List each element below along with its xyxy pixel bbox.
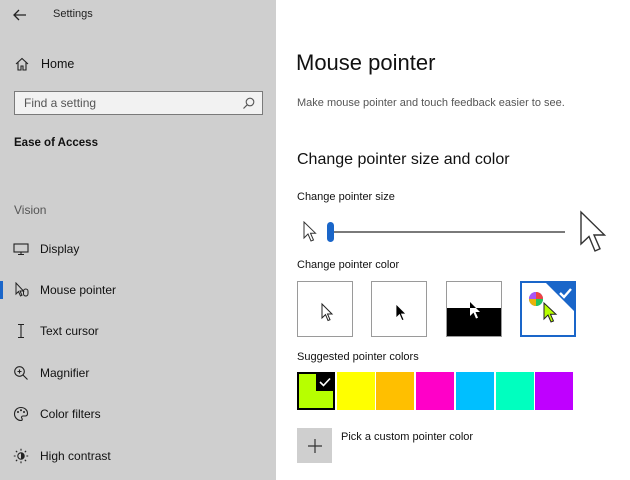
pointer-color-black[interactable] (371, 281, 427, 337)
sidebar-item-label: Mouse pointer (40, 283, 117, 297)
mouse-pointer-icon (12, 281, 30, 299)
page-title: Mouse pointer (296, 50, 436, 75)
plus-icon (307, 438, 322, 453)
page-description: Make mouse pointer and touch feedback ea… (297, 97, 565, 109)
sidebar-item-color-filters[interactable]: Color filters (0, 397, 276, 431)
custom-color-label: Pick a custom pointer color (341, 431, 474, 443)
sidebar-item-magnifier[interactable]: Magnifier (0, 356, 276, 390)
sidebar-item-label: High contrast (40, 449, 111, 463)
white-pointer-icon (321, 302, 334, 322)
color-swatch[interactable] (376, 372, 414, 410)
color-swatch[interactable] (496, 372, 534, 410)
small-pointer-icon (303, 221, 317, 242)
color-swatch[interactable] (416, 372, 454, 410)
home-icon (14, 56, 30, 72)
sidebar-item-mouse-pointer[interactable]: Mouse pointer (0, 273, 276, 307)
sidebar-item-label: Text cursor (40, 324, 99, 338)
display-icon (12, 240, 30, 258)
pointer-color-custom[interactable] (520, 281, 576, 337)
sidebar-item-label: Magnifier (40, 366, 90, 380)
pointer-color-white[interactable] (297, 281, 353, 337)
suggested-colors-label: Suggested pointer colors (297, 351, 419, 363)
pointer-size-slider-thumb[interactable] (327, 222, 334, 242)
add-custom-color-button[interactable] (297, 428, 332, 463)
home-link[interactable]: Home (14, 54, 264, 74)
selection-indicator (0, 281, 3, 299)
pointer-size-label: Change pointer size (297, 191, 395, 203)
group-label-vision: Vision (14, 203, 47, 217)
app-title: Settings (53, 8, 93, 20)
home-label: Home (41, 57, 75, 71)
sidebar-item-label: Display (40, 242, 80, 256)
sidebar-item-high-contrast[interactable]: High contrast (0, 439, 276, 473)
sidebar-item-label: Color filters (40, 407, 101, 421)
text-cursor-icon (12, 322, 30, 340)
magnifier-icon (12, 364, 30, 382)
inverted-pointer-icon (447, 302, 501, 336)
checkmark-icon (316, 373, 334, 391)
title-bar: Settings (0, 0, 276, 30)
color-swatch[interactable] (297, 372, 335, 410)
back-button[interactable] (8, 4, 32, 26)
large-pointer-icon (580, 210, 607, 252)
pointer-size-slider-track[interactable] (327, 231, 565, 233)
color-swatch[interactable] (535, 372, 573, 410)
sidebar-item-display[interactable]: Display (0, 232, 276, 266)
color-swatch[interactable] (456, 372, 494, 410)
sidebar: Settings Home Ease of Access Vision Disp… (0, 0, 276, 480)
section-subheading: Change pointer size and color (297, 151, 510, 168)
search-input[interactable] (15, 92, 235, 114)
back-arrow-icon (13, 9, 26, 21)
search-box[interactable] (14, 91, 263, 115)
pointer-color-inverted[interactable] (446, 281, 502, 337)
black-pointer-icon (395, 303, 407, 322)
section-heading: Ease of Access (14, 137, 98, 149)
color-swatch[interactable] (337, 372, 375, 410)
color-filters-icon (12, 405, 30, 423)
high-contrast-icon (12, 447, 30, 465)
custom-color-pointer-icon (529, 283, 574, 323)
sidebar-item-text-cursor[interactable]: Text cursor (0, 314, 276, 348)
pointer-color-label: Change pointer color (297, 259, 400, 271)
search-icon[interactable] (242, 97, 255, 110)
pointer-size-control (297, 210, 617, 256)
